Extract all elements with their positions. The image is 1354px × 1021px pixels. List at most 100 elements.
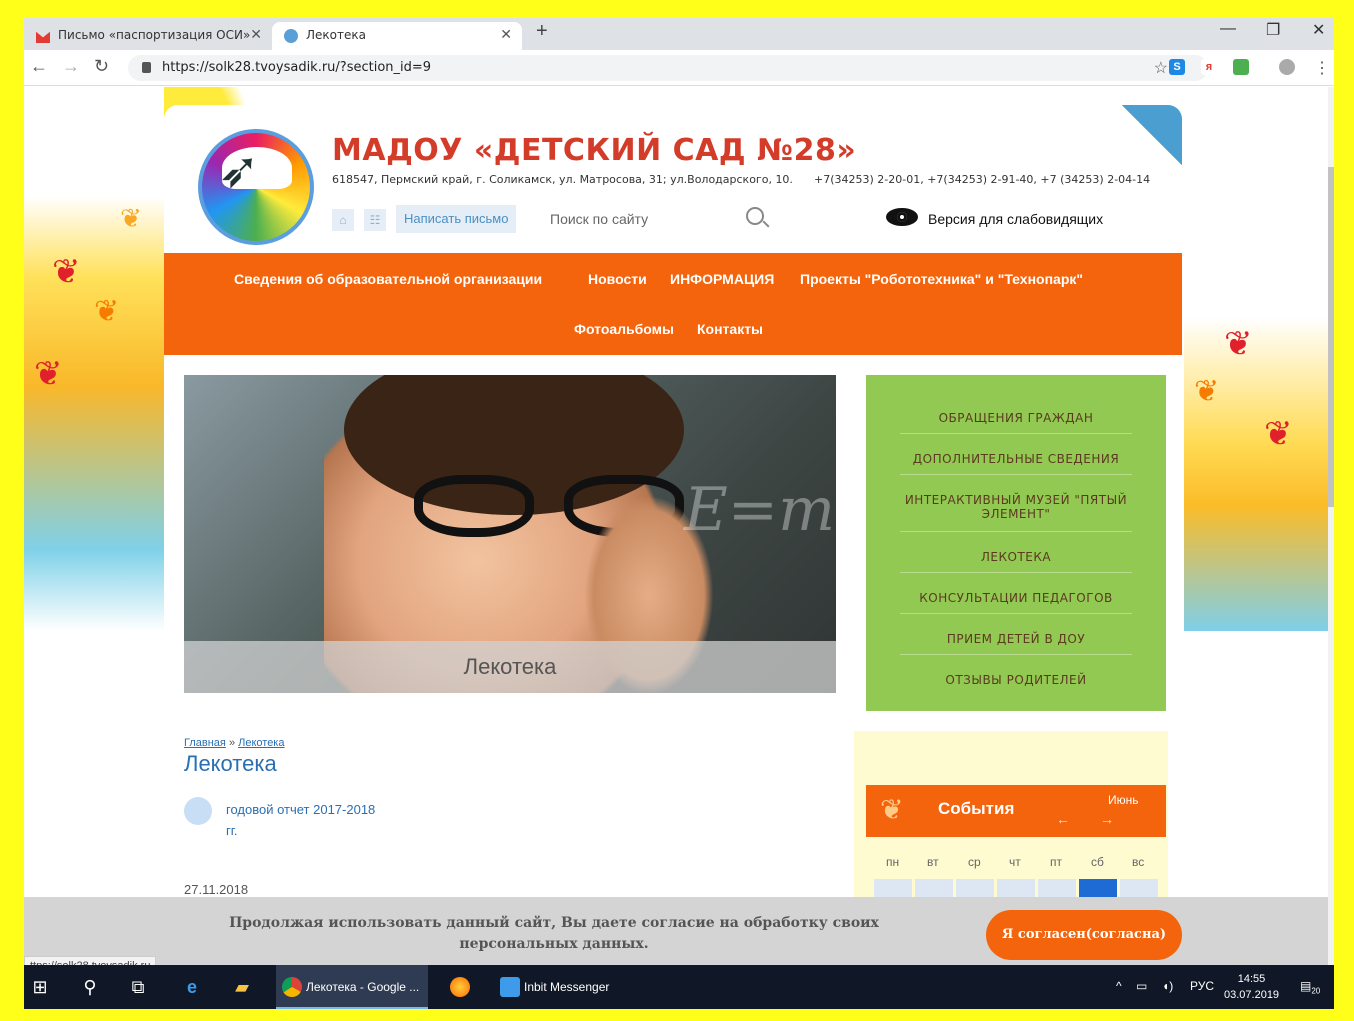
menu-item-news[interactable]: Новости (588, 271, 647, 287)
calendar-cell-today[interactable] (1079, 879, 1117, 899)
site-title[interactable]: МАДОУ «ДЕТСКИЙ САД №28» (332, 133, 856, 168)
sidebar-item-museum[interactable]: ИНТЕРАКТИВНЫЙ МУЗЕЙ "ПЯТЫЙ ЭЛЕМЕНТ" (900, 493, 1132, 521)
calendar-cell[interactable] (956, 879, 994, 899)
menu-item-photoalbums[interactable]: Фотоальбомы (574, 321, 674, 337)
taskbar-app-label: Лекотека - Google ... (306, 980, 420, 994)
sidebar-item-additional[interactable]: ДОПОЛНИТЕЛЬНЫЕ СВЕДЕНИЯ (900, 452, 1132, 466)
new-tab-button[interactable]: + (536, 20, 548, 43)
url-field[interactable]: https://solk28.tvoysadik.ru/?section_id=… (128, 55, 1208, 81)
firefox-icon[interactable] (450, 977, 470, 997)
tab-mail-label: Письмо «паспортизация ОСИ» (58, 28, 251, 42)
home-icon[interactable]: ⌂ (332, 209, 354, 231)
site-container: ➶ МАДОУ «ДЕТСКИЙ САД №28» 618547, Пермск… (164, 105, 1182, 965)
sidebar-item-admission[interactable]: ПРИЕМ ДЕТЕЙ В ДОУ (900, 632, 1132, 646)
lock-icon (142, 62, 151, 73)
divider (900, 654, 1132, 655)
task-view-icon[interactable]: ⧉ (128, 977, 148, 997)
system-clock[interactable]: 14:55 03.07.2019 (1224, 971, 1279, 1003)
divider (900, 613, 1132, 614)
status-url: ttps://solk28.tvoysadik.ru (24, 956, 157, 965)
volume-icon[interactable]: ◖) (1162, 979, 1173, 993)
star-icon[interactable]: ☆ (1154, 58, 1168, 78)
address-bar: ← → ↻ https://solk28.tvoysadik.ru/?secti… (24, 50, 1334, 86)
scrollbar[interactable] (1328, 87, 1334, 965)
search-input[interactable]: Поиск по сайту (550, 211, 648, 227)
write-letter-button[interactable]: Написать письмо (396, 205, 517, 233)
corner-ribbon[interactable] (1122, 105, 1182, 165)
search-icon[interactable] (746, 207, 764, 225)
sidebar-item-reviews[interactable]: ОТЗЫВЫ РОДИТЕЛЕЙ (900, 673, 1132, 687)
minimize-icon[interactable]: — (1220, 20, 1236, 38)
vision-impaired-link[interactable]: Версия для слабовидящих (928, 211, 1103, 227)
page-title: Лекотека (184, 751, 277, 776)
sidebar-item-lekoteka[interactable]: ЛЕКОТЕКА (900, 550, 1132, 564)
close-icon[interactable]: ✕ (250, 22, 262, 48)
menu-item-projects[interactable]: Проекты "Робототехника" и "Технопарк" (800, 271, 1083, 287)
network-icon[interactable]: ▭ (1136, 979, 1147, 993)
butterflies-left-decoration: ❦ ❦ ❦ ❦ (24, 87, 164, 631)
edge-icon[interactable]: e (182, 977, 202, 997)
breadcrumb-home[interactable]: Главная (184, 737, 226, 749)
breadcrumb-current[interactable]: Лекотека (238, 737, 284, 749)
eye-icon[interactable] (886, 208, 918, 226)
skype-icon[interactable]: S (1169, 59, 1185, 75)
restore-icon[interactable]: ❐ (1266, 20, 1280, 40)
clock-time: 14:55 (1237, 973, 1266, 985)
calendar-cell[interactable] (874, 879, 912, 899)
close-icon[interactable]: ✕ (500, 22, 512, 48)
menu-item-info[interactable]: Сведения об образовательной организации (234, 271, 542, 287)
search-icon[interactable]: ⚲ (80, 977, 100, 997)
divider (900, 433, 1132, 434)
clock-date: 03.07.2019 (1224, 989, 1280, 1001)
taskbar-app-label: Inbit Messenger (524, 980, 610, 994)
tab-lekoteka[interactable]: Лекотека ✕ (272, 22, 522, 50)
site-phones: +7(34253) 2-20-01, +7(34253) 2-91-40, +7… (814, 173, 1151, 186)
calendar-cell[interactable] (1038, 879, 1076, 899)
consent-text: Продолжая использовать данный сайт, Вы д… (229, 915, 879, 952)
agree-button[interactable]: Я согласен(согласна) (986, 910, 1182, 960)
taskbar-app-messenger[interactable]: Inbit Messenger (494, 965, 644, 1009)
menu-item-contacts[interactable]: Контакты (697, 321, 763, 337)
profile-icon[interactable] (1279, 59, 1295, 75)
month-nav-arrows[interactable]: ←→ (1056, 811, 1144, 827)
firefox-glyph (450, 977, 470, 997)
notifications-icon[interactable]: ▤20 (1300, 979, 1320, 995)
main-menu: Сведения об образовательной организации … (164, 253, 1182, 355)
taskbar-app-chrome[interactable]: Лекотека - Google ... (276, 965, 428, 1009)
butterfly-icon: ❦ (1224, 325, 1253, 363)
calendar-cell[interactable] (915, 879, 953, 899)
document-link[interactable]: годовой отчет 2017-2018 гг. (226, 799, 386, 841)
mail-icon (36, 31, 50, 43)
chrome-icon (282, 977, 302, 997)
scrollbar-thumb[interactable] (1328, 167, 1334, 507)
extension-icon[interactable] (1233, 59, 1249, 75)
sidebar-menu: ОБРАЩЕНИЯ ГРАЖДАН ДОПОЛНИТЕЛЬНЫЕ СВЕДЕНИ… (866, 375, 1166, 711)
butterfly-icon: ❦ (94, 295, 120, 328)
calendar-cell[interactable] (997, 879, 1035, 899)
tab-mail[interactable]: Письмо «паспортизация ОСИ» ✕ (24, 22, 272, 50)
calendar-cell[interactable] (1120, 879, 1158, 899)
chevron-up-icon[interactable]: ^ (1116, 979, 1122, 993)
sitemap-icon[interactable]: ☷ (364, 209, 386, 231)
menu-icon[interactable]: ⋮ (1314, 58, 1330, 78)
sidebar-item-consultations[interactable]: КОНСУЛЬТАЦИИ ПЕДАГОГОВ (900, 591, 1132, 605)
document-icon (184, 797, 212, 825)
menu-item-information[interactable]: ИНФОРМАЦИЯ (670, 271, 774, 287)
windows-taskbar: ⊞ ⚲ ⧉ e ▰ Лекотека - Google ... Inbit Me… (24, 965, 1334, 1009)
windows-start-icon[interactable]: ⊞ (30, 977, 50, 997)
language-indicator[interactable]: РУС (1190, 979, 1214, 993)
weekday-label: ср (968, 855, 981, 869)
yandex-icon[interactable]: я (1201, 59, 1217, 75)
chalkboard-formula: E=m (684, 475, 835, 545)
site-logo[interactable]: ➶ (198, 129, 314, 245)
sidebar-item-appeals[interactable]: ОБРАЩЕНИЯ ГРАЖДАН (900, 411, 1132, 425)
weekday-label: пт (1050, 855, 1062, 869)
forward-icon[interactable]: → (62, 56, 80, 77)
reload-icon[interactable]: ↻ (94, 56, 109, 77)
divider (900, 572, 1132, 573)
publish-date: 27.11.2018 (184, 882, 249, 897)
divider (900, 474, 1132, 475)
close-window-icon[interactable]: ✕ (1312, 20, 1325, 40)
file-explorer-icon[interactable]: ▰ (232, 977, 252, 997)
back-icon[interactable]: ← (30, 56, 48, 77)
